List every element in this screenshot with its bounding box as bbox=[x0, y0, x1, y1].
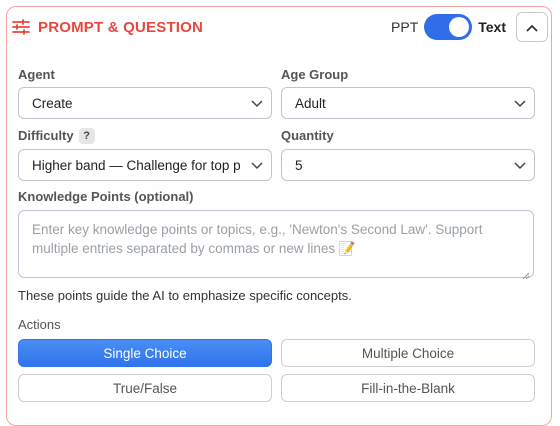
agent-select[interactable]: Create bbox=[18, 87, 272, 119]
knowledge-points-label: Knowledge Points (optional) bbox=[18, 189, 194, 204]
difficulty-select[interactable]: Higher band — Challenge for top p bbox=[18, 149, 272, 181]
panel-header: PROMPT & QUESTION PPT Text bbox=[12, 10, 548, 44]
age-group-label: Age Group bbox=[281, 67, 349, 82]
action-true-false-button[interactable]: True/False bbox=[18, 374, 272, 402]
quantity-select[interactable]: 5 bbox=[281, 149, 535, 181]
mode-switch[interactable] bbox=[424, 14, 473, 40]
collapse-button[interactable] bbox=[516, 12, 548, 42]
knowledge-points-hint: These points guide the AI to emphasize s… bbox=[18, 288, 352, 303]
chevron-down-icon bbox=[251, 159, 263, 171]
knowledge-points-placeholder: Enter key knowledge points or topics, e.… bbox=[32, 222, 483, 256]
action-multiple-choice-button[interactable]: Multiple Choice bbox=[281, 339, 535, 367]
action-fill-in-the-blank-button[interactable]: Fill-in-the-Blank bbox=[281, 374, 535, 402]
age-group-select[interactable]: Adult bbox=[281, 87, 535, 119]
chevron-down-icon bbox=[514, 159, 526, 171]
action-single-choice-button[interactable]: Single Choice bbox=[18, 339, 272, 367]
chevron-up-icon bbox=[526, 20, 538, 35]
actions-label: Actions bbox=[18, 317, 61, 332]
mode-toggle[interactable]: PPT Text bbox=[391, 14, 506, 40]
chevron-down-icon bbox=[514, 97, 526, 109]
quantity-value: 5 bbox=[295, 157, 303, 173]
panel-title: PROMPT & QUESTION bbox=[38, 18, 204, 36]
toggle-label-text[interactable]: Text bbox=[478, 19, 506, 35]
resize-handle-icon[interactable] bbox=[522, 266, 530, 280]
difficulty-label-text: Difficulty bbox=[18, 128, 74, 143]
switch-knob bbox=[449, 17, 470, 37]
sliders-icon bbox=[12, 18, 32, 36]
quantity-label: Quantity bbox=[281, 128, 334, 143]
agent-value: Create bbox=[32, 95, 73, 111]
knowledge-points-input[interactable]: Enter key knowledge points or topics, e.… bbox=[18, 210, 534, 280]
chevron-down-icon bbox=[251, 97, 263, 109]
difficulty-label: Difficulty? bbox=[18, 128, 95, 144]
agent-label: Agent bbox=[18, 67, 55, 82]
age-group-value: Adult bbox=[295, 95, 326, 111]
difficulty-value: Higher band — Challenge for top p bbox=[32, 157, 241, 173]
help-icon[interactable]: ? bbox=[78, 128, 95, 144]
toggle-label-ppt[interactable]: PPT bbox=[391, 19, 418, 35]
